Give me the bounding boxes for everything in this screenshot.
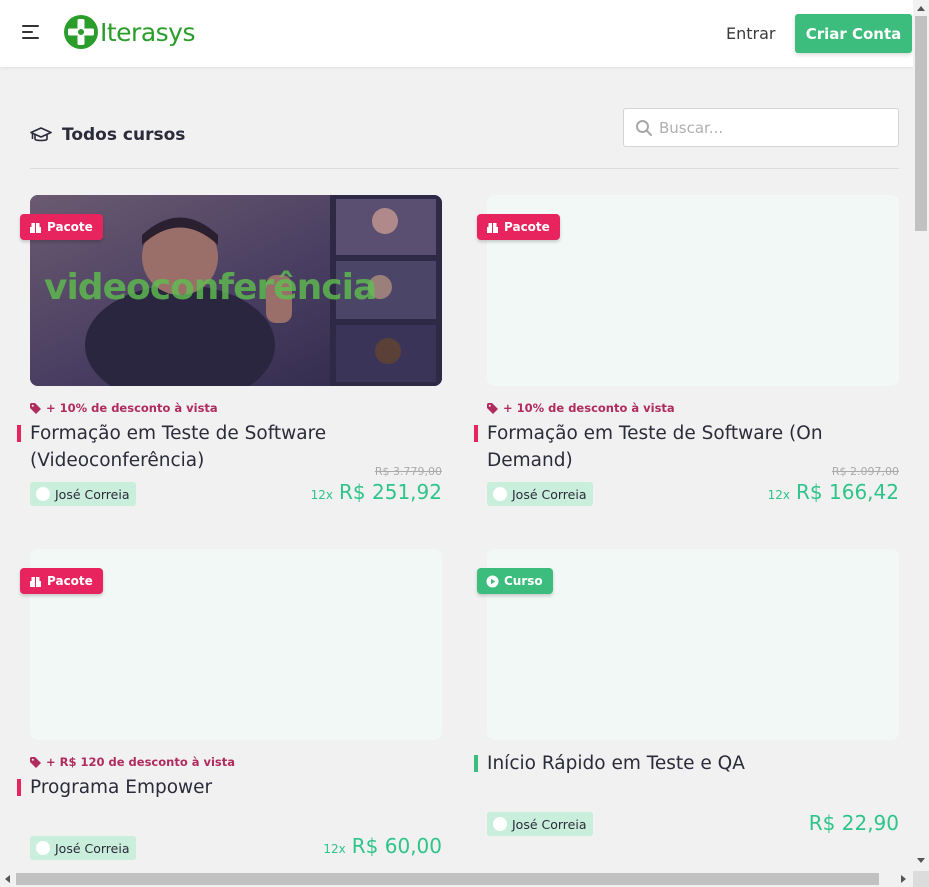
package-icon (487, 222, 498, 233)
discount-label: + 10% de desconto à vista (487, 401, 675, 415)
price: 12x R$ 60,00 (323, 834, 442, 858)
course-title[interactable]: Início Rápido em Teste e QA (487, 750, 899, 777)
avatar (36, 841, 50, 855)
badge-label: Pacote (504, 220, 550, 234)
tag-icon (30, 402, 41, 414)
title-accent-bar (474, 425, 478, 442)
course-type-badge: Pacote (20, 214, 103, 240)
course-type-badge: Pacote (477, 214, 560, 240)
tag-icon (30, 756, 41, 768)
discount-text: + R$ 120 de desconto à vista (46, 755, 236, 769)
horizontal-scroll-thumb[interactable] (16, 873, 879, 885)
author-chip[interactable]: José Correia (30, 836, 136, 860)
section-divider (30, 168, 899, 169)
section-title: Todos cursos (62, 125, 186, 145)
scroll-left-arrow-icon[interactable] (5, 875, 10, 883)
price-value: R$ 60,00 (351, 834, 442, 858)
installments: 12x (767, 488, 791, 502)
course-title[interactable]: Programa Empower (30, 774, 442, 801)
price: 12x R$ 251,92 (311, 480, 442, 504)
package-icon (30, 222, 41, 233)
discount-label: + 10% de desconto à vista (30, 401, 218, 415)
scroll-down-arrow-icon[interactable] (917, 858, 925, 863)
tag-icon (487, 402, 498, 414)
package-icon (30, 576, 41, 587)
discount-label: + R$ 120 de desconto à vista (30, 755, 235, 769)
old-price: R$ 2.097,00 (831, 465, 899, 478)
author-chip[interactable]: José Correia (487, 812, 593, 836)
logo-text: Iterasys (100, 17, 196, 47)
title-accent-bar (17, 425, 21, 442)
discount-text: + 10% de desconto à vista (503, 401, 675, 415)
logo[interactable]: Iterasys (63, 14, 196, 50)
scrollbar-corner (913, 871, 929, 887)
hamburger-menu-icon[interactable] (22, 24, 40, 42)
author-name: José Correia (55, 840, 130, 856)
installments: 12x (310, 488, 334, 502)
title-accent-bar (474, 755, 478, 772)
author-chip[interactable]: José Correia (30, 482, 136, 506)
author-name: José Correia (512, 816, 587, 832)
price-value: R$ 166,42 (796, 480, 899, 504)
title-accent-bar (17, 779, 21, 796)
price: 12x R$ 166,42 (768, 480, 899, 504)
search-box (623, 108, 899, 147)
course-type-badge: Pacote (20, 568, 103, 594)
logo-icon (64, 15, 98, 49)
top-navbar: Iterasys Entrar Criar Conta (0, 0, 913, 67)
horizontal-scrollbar[interactable] (0, 871, 913, 887)
thumbnail-overlay-text: videoconferência (44, 267, 377, 308)
vertical-scroll-thumb[interactable] (915, 16, 927, 231)
avatar (493, 487, 507, 501)
scroll-up-arrow-icon[interactable] (917, 6, 925, 11)
scroll-right-arrow-icon[interactable] (901, 875, 906, 883)
price-value: R$ 251,92 (339, 480, 442, 504)
search-icon (636, 120, 652, 136)
play-circle-icon (486, 575, 499, 587)
installments: 12x (323, 842, 346, 856)
course-type-badge: Curso (477, 568, 553, 594)
badge-label: Pacote (47, 574, 93, 588)
author-name: José Correia (55, 486, 130, 502)
search-input[interactable] (659, 117, 889, 139)
price: R$ 22,90 (809, 811, 899, 835)
discount-text: + 10% de desconto à vista (46, 401, 218, 415)
badge-label: Pacote (47, 220, 93, 234)
old-price: R$ 3.779,00 (374, 465, 442, 478)
author-chip[interactable]: José Correia (487, 482, 593, 506)
author-name: José Correia (512, 486, 587, 502)
login-link[interactable]: Entrar (726, 24, 775, 43)
price-value: R$ 22,90 (808, 811, 899, 835)
avatar (36, 487, 50, 501)
avatar (493, 817, 507, 831)
signup-button[interactable]: Criar Conta (795, 14, 912, 53)
vertical-scrollbar[interactable] (913, 0, 929, 871)
graduation-cap-icon (30, 127, 52, 142)
badge-label: Curso (504, 574, 543, 588)
